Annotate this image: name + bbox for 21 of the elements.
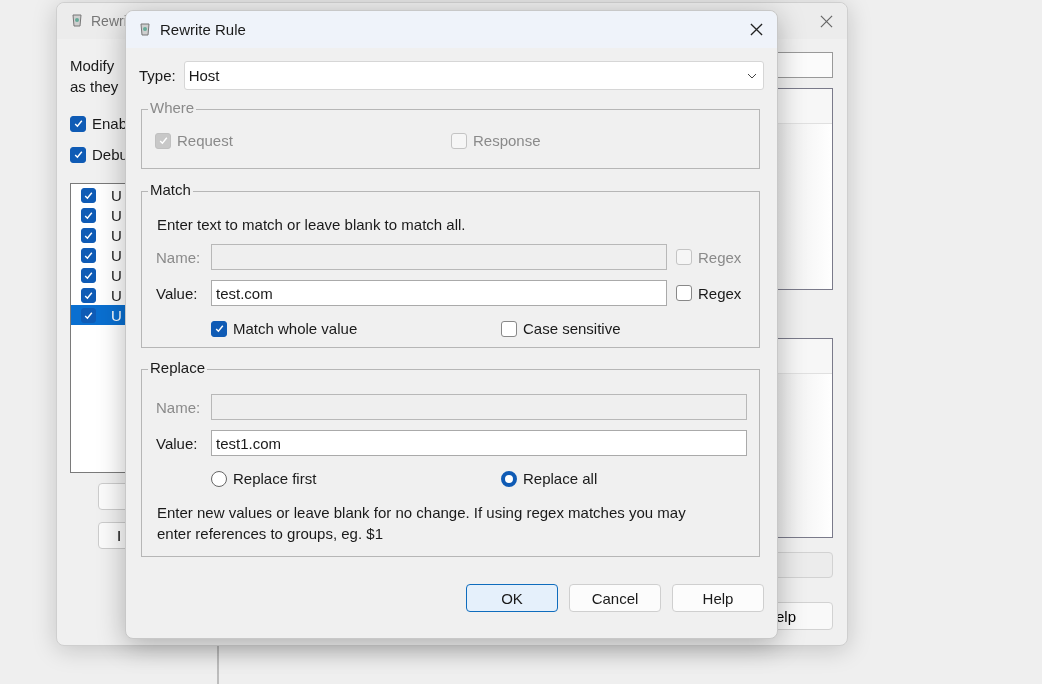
group-title: Match: [148, 181, 193, 198]
dialog-title: Rewrite Rule: [160, 21, 246, 38]
field-label: Name:: [156, 398, 202, 416]
type-label: Type:: [139, 67, 176, 84]
checkbox-label: Case sensitive: [523, 320, 621, 337]
checkbox-label: Regex: [698, 248, 742, 266]
group-title: Where: [148, 99, 197, 116]
checkbox-label: Response: [473, 132, 541, 149]
checkbox-label: Match whole value: [233, 320, 358, 337]
field-label: Value:: [156, 434, 199, 452]
description-text: Modify: [70, 56, 115, 76]
radio-label: Replace first: [233, 470, 317, 487]
hint-text: Enter text to match or leave blank to match all.: [157, 216, 467, 233]
checkbox-label: Request: [177, 132, 233, 149]
description-text: as they: [70, 77, 119, 97]
group-title: Replace: [148, 359, 208, 376]
field-label: Name:: [156, 248, 202, 266]
checkbox-label: Regex: [698, 284, 742, 302]
field-label: Value:: [156, 284, 199, 302]
radio-label: Replace all: [523, 470, 598, 487]
note-text: Enter new values or leave blank for no change. If using regex matches you may enter references to groups, eg. $1: [157, 503, 687, 544]
